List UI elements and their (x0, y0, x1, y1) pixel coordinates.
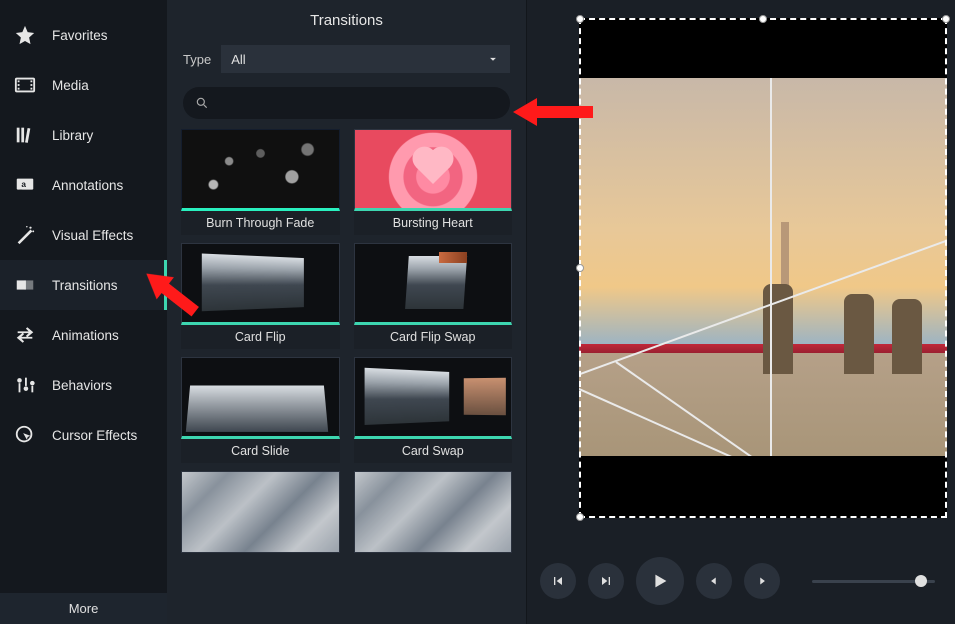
transition-card[interactable] (354, 471, 513, 553)
sidebar-item-media[interactable]: Media (0, 60, 167, 110)
sidebar-item-label: Favorites (52, 28, 108, 43)
prev-frame-button[interactable] (540, 563, 576, 599)
sidebar-item-visual-effects[interactable]: Visual Effects (0, 210, 167, 260)
transition-thumb (181, 243, 340, 325)
transition-card[interactable]: Bursting Heart (354, 129, 513, 235)
sidebar-item-annotations[interactable]: a Annotations (0, 160, 167, 210)
sidebar-item-cursor-effects[interactable]: Cursor Effects (0, 410, 167, 460)
transition-card[interactable]: Burn Through Fade (181, 129, 340, 235)
letterbox (579, 456, 947, 518)
transitions-panel: Transitions Type All Burn Through Fade B… (167, 0, 527, 624)
sidebar-item-label: Cursor Effects (52, 428, 137, 443)
star-icon (14, 24, 36, 46)
sidebar-more-button[interactable]: More (0, 593, 167, 624)
transition-icon (14, 274, 36, 296)
chevron-down-icon (486, 52, 500, 66)
video-frame (579, 78, 947, 458)
transition-label: Card Flip Swap (354, 325, 513, 349)
sidebar-item-library[interactable]: Library (0, 110, 167, 160)
filmstrip-icon (14, 74, 36, 96)
sidebar-item-animations[interactable]: Animations (0, 310, 167, 360)
transition-card[interactable] (181, 471, 340, 553)
transition-label: Burn Through Fade (181, 211, 340, 235)
letterbox (579, 18, 947, 80)
preview-area (527, 0, 955, 624)
sidebar-item-behaviors[interactable]: Behaviors (0, 360, 167, 410)
type-dropdown[interactable]: All (221, 45, 510, 73)
type-row: Type All (167, 39, 526, 79)
transitions-grid: Burn Through Fade Bursting Heart Card Fl… (167, 129, 526, 624)
transition-card[interactable]: Card Flip (181, 243, 340, 349)
transition-thumb (354, 243, 513, 325)
zoom-slider[interactable] (812, 580, 935, 583)
type-value: All (231, 52, 245, 67)
transition-label: Card Flip (181, 325, 340, 349)
annotation-icon: a (14, 174, 36, 196)
next-frame-button[interactable] (588, 563, 624, 599)
prev-marker-button[interactable] (696, 563, 732, 599)
transition-thumb (354, 129, 513, 211)
wand-icon (14, 224, 36, 246)
sidebar-item-label: Transitions (52, 278, 118, 293)
play-button[interactable] (636, 557, 684, 605)
sidebar-item-label: Visual Effects (52, 228, 133, 243)
transition-label: Card Swap (354, 439, 513, 463)
sidebar-item-transitions[interactable]: Transitions (0, 260, 167, 310)
sidebar-item-label: Animations (52, 328, 119, 343)
app-root: Favorites Media Library a Annotations Vi… (0, 0, 955, 624)
type-label: Type (183, 52, 211, 67)
search-wrap (167, 79, 526, 129)
search-field[interactable] (183, 87, 510, 119)
transition-card[interactable]: Card Flip Swap (354, 243, 513, 349)
sidebar-item-label: Annotations (52, 178, 123, 193)
cursor-icon (14, 424, 36, 446)
library-icon (14, 124, 36, 146)
slider-knob[interactable] (915, 575, 927, 587)
transition-card[interactable]: Card Swap (354, 357, 513, 463)
transition-label: Bursting Heart (354, 211, 513, 235)
transition-thumb (354, 471, 513, 553)
sidebar-item-favorites[interactable]: Favorites (0, 10, 167, 60)
transition-thumb (181, 129, 340, 211)
transition-thumb (181, 471, 340, 553)
panel-title: Transitions (167, 0, 526, 39)
sidebar: Favorites Media Library a Annotations Vi… (0, 0, 167, 624)
canvas[interactable] (579, 18, 947, 518)
sliders-icon (14, 374, 36, 396)
search-input[interactable] (217, 96, 498, 111)
next-marker-button[interactable] (744, 563, 780, 599)
transition-label: Card Slide (181, 439, 340, 463)
swap-icon (14, 324, 36, 346)
player-controls (540, 556, 935, 606)
sidebar-item-label: Media (52, 78, 89, 93)
svg-text:a: a (21, 180, 26, 189)
search-icon (195, 96, 209, 110)
transition-thumb (181, 357, 340, 439)
transition-thumb (354, 357, 513, 439)
sidebar-item-label: Behaviors (52, 378, 112, 393)
transition-card[interactable]: Card Slide (181, 357, 340, 463)
sidebar-item-label: Library (52, 128, 93, 143)
